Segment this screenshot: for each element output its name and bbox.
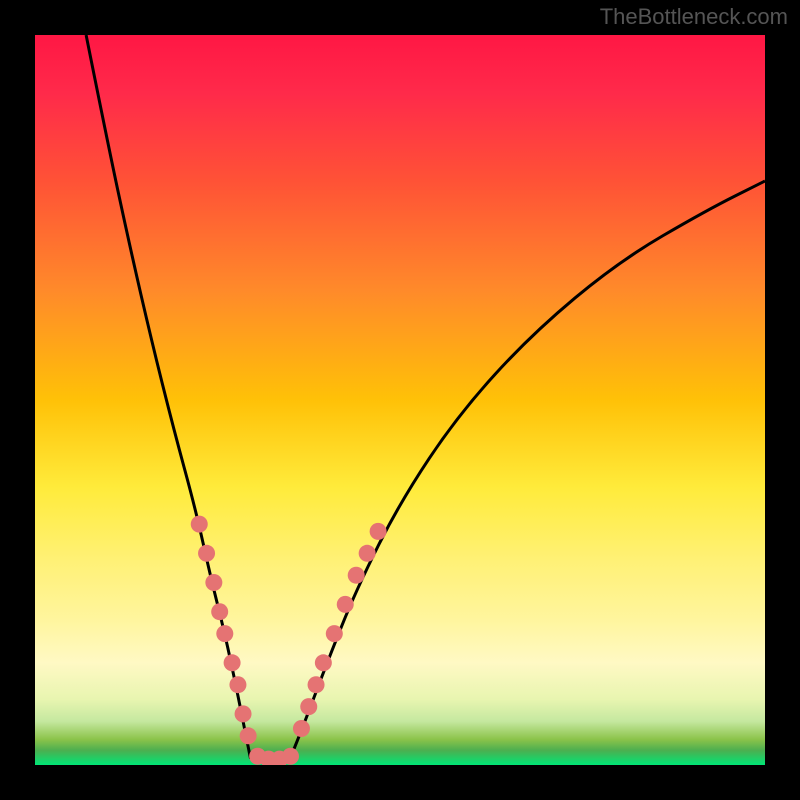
data-point-right <box>370 523 387 540</box>
data-point-left <box>216 625 233 642</box>
data-point-right <box>359 545 376 562</box>
data-point-bottom <box>282 748 299 765</box>
data-point-left <box>235 705 252 722</box>
data-point-right <box>315 654 332 671</box>
data-point-left <box>205 574 222 591</box>
data-point-right <box>300 698 317 715</box>
curve-overlay <box>35 35 765 765</box>
data-point-left <box>191 516 208 533</box>
data-point-right <box>337 596 354 613</box>
data-point-left <box>211 603 228 620</box>
chart-area <box>35 35 765 765</box>
data-point-right <box>308 676 325 693</box>
data-point-right <box>348 567 365 584</box>
watermark-text: TheBottleneck.com <box>600 4 788 30</box>
data-point-left <box>240 727 257 744</box>
data-point-left <box>229 676 246 693</box>
data-point-left <box>224 654 241 671</box>
data-point-right <box>326 625 343 642</box>
data-point-right <box>293 720 310 737</box>
data-point-left <box>198 545 215 562</box>
bottleneck-curve <box>86 35 765 761</box>
